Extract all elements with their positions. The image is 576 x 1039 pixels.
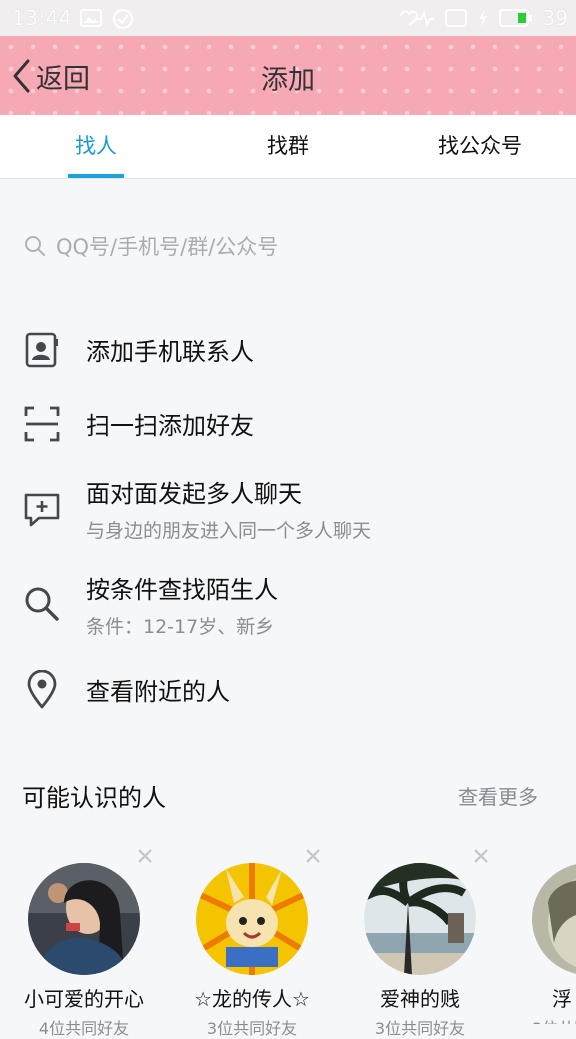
- avatar: [196, 863, 308, 975]
- search-icon: [25, 236, 45, 256]
- page-title: 添加: [261, 65, 315, 96]
- status-bar: 13:44 39: [0, 0, 576, 36]
- tab-find-people[interactable]: 找人: [0, 115, 192, 178]
- suggested-person[interactable]: 浮 3位共同好友: [512, 845, 576, 1024]
- person-name: ☆龙的传人☆: [194, 987, 310, 1011]
- avatar: [364, 863, 476, 975]
- mutual-friends: 3位共同好友: [374, 1019, 466, 1038]
- active-tab-indicator: [68, 174, 124, 178]
- person-name: 爱神的贱: [380, 987, 460, 1011]
- suggested-person[interactable]: ☆龙的传人☆ 3位共同好友: [176, 845, 346, 1038]
- mutual-friends: 3位共同好友: [206, 1019, 298, 1038]
- may-know-title: 可能认识的人: [22, 784, 166, 812]
- tab-bar: 找人 找群 找公众号: [0, 115, 576, 179]
- heart-rate-icon: [399, 10, 434, 27]
- option-nearby-people[interactable]: 查看附近的人: [0, 664, 576, 716]
- search-placeholder: QQ号/手机号/群/公众号: [56, 235, 279, 259]
- avatar: [532, 863, 576, 975]
- contact-card-icon: [22, 330, 62, 370]
- mutual-friends: 3位共同好友: [522, 1015, 576, 1024]
- search-input[interactable]: QQ号/手机号/群/公众号: [24, 226, 554, 266]
- status-time: 13:44: [12, 6, 73, 30]
- option-title: 按条件查找陌生人: [86, 576, 278, 604]
- chat-plus-icon: [22, 490, 62, 530]
- option-subtitle: 条件：12-17岁、新乡: [86, 616, 275, 638]
- avatar: [28, 863, 140, 975]
- option-title: 添加手机联系人: [86, 338, 254, 366]
- option-add-phone-contacts[interactable]: 添加手机联系人: [0, 324, 576, 376]
- suggested-person[interactable]: 爱神的贱 3位共同好友: [344, 845, 514, 1038]
- close-icon[interactable]: [470, 845, 492, 867]
- check-circle-icon: [113, 9, 133, 29]
- person-name: 小可爱的开心: [24, 987, 144, 1011]
- tab-find-groups[interactable]: 找群: [192, 115, 384, 178]
- suggested-person[interactable]: 小可爱的开心 4位共同好友: [8, 845, 178, 1038]
- charging-icon: [478, 9, 487, 27]
- image-notification-icon: [80, 9, 102, 27]
- mutual-friends: 4位共同好友: [38, 1019, 130, 1038]
- status-right-icons: 39: [399, 6, 568, 30]
- person-name: 浮: [552, 987, 572, 1011]
- header-bar: 返回 添加: [0, 36, 576, 115]
- screen-icon: [444, 9, 467, 27]
- option-title: 查看附近的人: [86, 678, 230, 706]
- option-title: 面对面发起多人聊天: [86, 480, 302, 508]
- option-find-strangers[interactable]: 按条件查找陌生人 条件：12-17岁、新乡: [0, 568, 576, 642]
- option-title: 扫一扫添加好友: [86, 412, 254, 440]
- scan-icon: [22, 404, 62, 444]
- search-icon: [22, 584, 62, 624]
- status-left-icons: [80, 8, 134, 30]
- close-icon[interactable]: [134, 845, 156, 867]
- location-pin-icon: [22, 670, 62, 710]
- battery-icon: [498, 9, 532, 27]
- option-subtitle: 与身边的朋友进入同一个多人聊天: [86, 520, 372, 542]
- option-face-to-face-chat[interactable]: 面对面发起多人聊天 与身边的朋友进入同一个多人聊天: [0, 472, 576, 546]
- option-scan-add-friend[interactable]: 扫一扫添加好友: [0, 398, 576, 450]
- tab-find-official-accounts[interactable]: 找公众号: [384, 115, 576, 178]
- battery-level: 39: [542, 6, 568, 30]
- see-more-link[interactable]: 查看更多: [458, 781, 538, 810]
- close-icon[interactable]: [302, 845, 324, 867]
